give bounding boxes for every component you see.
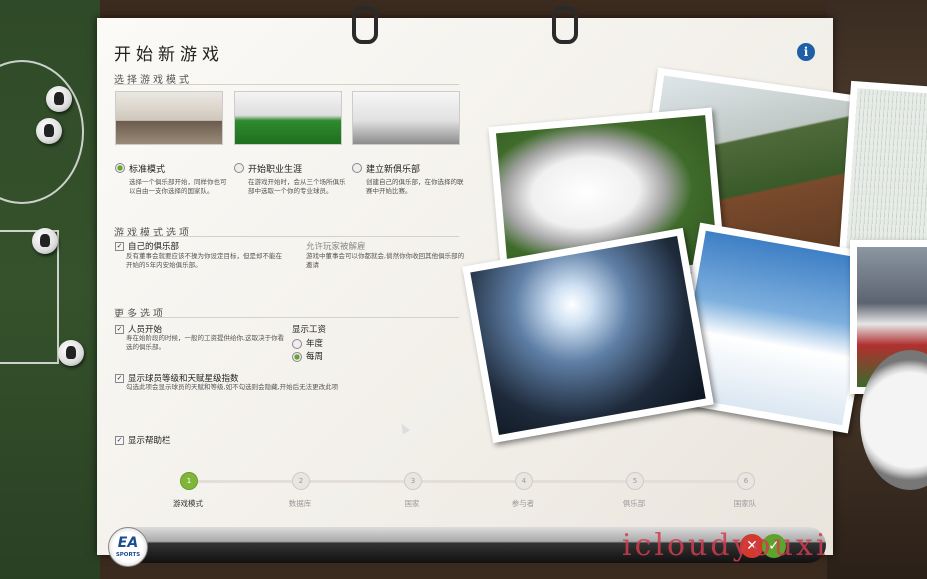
player-magnet-icon <box>32 228 58 254</box>
checkbox[interactable]: ✓ <box>115 325 124 334</box>
step-4-indicator[interactable]: 4 <box>515 472 533 490</box>
step-6-indicator[interactable]: 6 <box>737 472 755 490</box>
step-5-indicator[interactable]: 5 <box>626 472 644 490</box>
step-6-label: 国家队 <box>733 499 757 508</box>
info-icon[interactable]: i <box>797 43 815 61</box>
divider <box>114 236 459 237</box>
option-label: 年度 <box>306 339 324 349</box>
mode-option-standard[interactable]: 标准模式 选择一个俱乐部开始，同样你也可以自由一支你选择的国家队。 <box>115 157 227 196</box>
mode-description: 创建自己的俱乐部，在你选择的联赛中开始比赛。 <box>366 178 464 195</box>
player-magnet-icon <box>58 340 84 366</box>
step-3-label: 国家 <box>404 499 420 508</box>
option-description: 反有董事会就要应该不操为你设定目标，但是却不能在开始的5年内安始俱乐部。 <box>126 252 282 269</box>
radio-button[interactable] <box>292 338 302 349</box>
tactics-board-background <box>0 0 100 579</box>
mode-label: 建立新俱乐部 <box>366 165 421 175</box>
mode-thumbnail-career[interactable] <box>234 91 342 145</box>
radio-button[interactable] <box>352 162 362 173</box>
checkbox[interactable]: ✓ <box>115 436 124 445</box>
mode-description: 在游戏开始时，会从三个场所俱乐部中选取一个你的专业球员。 <box>248 178 346 195</box>
divider <box>114 84 459 85</box>
option-description: 寿在始阶段的时候，一般的工资提供给你,这取决于你看选的俱乐部。 <box>126 334 285 351</box>
radio-button[interactable] <box>292 351 302 362</box>
step-3-indicator[interactable]: 3 <box>404 472 422 490</box>
wage-option-annual[interactable]: 年度 <box>292 337 323 349</box>
player-magnet-icon <box>46 86 72 112</box>
wage-option-weekly[interactable]: 每周 <box>292 350 323 362</box>
mode-option-career[interactable]: 开始职业生涯 在游戏开始时，会从三个场所俱乐部中选取一个你的专业球员。 <box>234 157 346 196</box>
binder-ring <box>352 6 378 44</box>
checkbox[interactable]: ✓ <box>115 242 124 251</box>
step-4-label: 参与者 <box>511 499 535 508</box>
ea-logo-text: EA <box>117 535 139 551</box>
option-description: 游戏中董事会可以你都就会,倘然你你收回其他俱乐部的邀请 <box>306 252 465 269</box>
progress-track <box>188 480 748 483</box>
step-5-label: 俱乐部 <box>622 499 646 508</box>
allow-unemployed-option[interactable]: 允许玩家被解雇 <box>306 240 366 252</box>
checkbox[interactable]: ✓ <box>115 374 124 383</box>
option-label: 每周 <box>306 352 324 362</box>
mode-option-new-club[interactable]: 建立新俱乐部 创建自己的俱乐部，在你选择的联赛中开始比赛。 <box>352 157 464 196</box>
own-club-checkbox[interactable]: ✓ 自己的俱乐部 <box>115 240 179 252</box>
ea-logo-subtext: SPORTS <box>115 552 141 558</box>
radio-button[interactable] <box>115 162 125 173</box>
step-2-indicator[interactable]: 2 <box>292 472 310 490</box>
option-label: 显示帮助栏 <box>128 436 171 446</box>
ea-sports-logo: EA SPORTS <box>108 527 148 567</box>
mode-thumbnail-standard[interactable] <box>115 91 223 145</box>
radio-button[interactable] <box>234 162 244 173</box>
binder-ring <box>552 6 578 44</box>
step-1-label: 游戏模式 <box>173 499 203 508</box>
step-2-label: 数据库 <box>288 499 312 508</box>
mode-thumbnail-new-club[interactable] <box>352 91 460 145</box>
option-description: 勾选此项会显示球员的天赋和等级,如不勾选则会隐藏,开始后无法更改此项 <box>126 383 339 391</box>
photo-goal-net <box>839 80 927 262</box>
step-1-indicator[interactable]: 1 <box>180 472 198 490</box>
divider <box>114 317 459 318</box>
mode-description: 选择一个俱乐部开始，同样你也可以自由一支你选择的国家队。 <box>129 178 227 195</box>
option-label: 自己的俱乐部 <box>128 242 180 252</box>
photo-players-silhouette <box>462 227 714 444</box>
player-magnet-icon <box>36 118 62 144</box>
watermark-text: icloudyouxi <box>622 528 829 563</box>
show-wage-label: 显示工资 <box>292 325 327 335</box>
mode-label: 开始职业生涯 <box>248 165 303 175</box>
page-title: 开始新游戏 <box>114 45 224 65</box>
show-help-checkbox[interactable]: ✓ 显示帮助栏 <box>115 434 171 446</box>
mode-label: 标准模式 <box>129 165 166 175</box>
